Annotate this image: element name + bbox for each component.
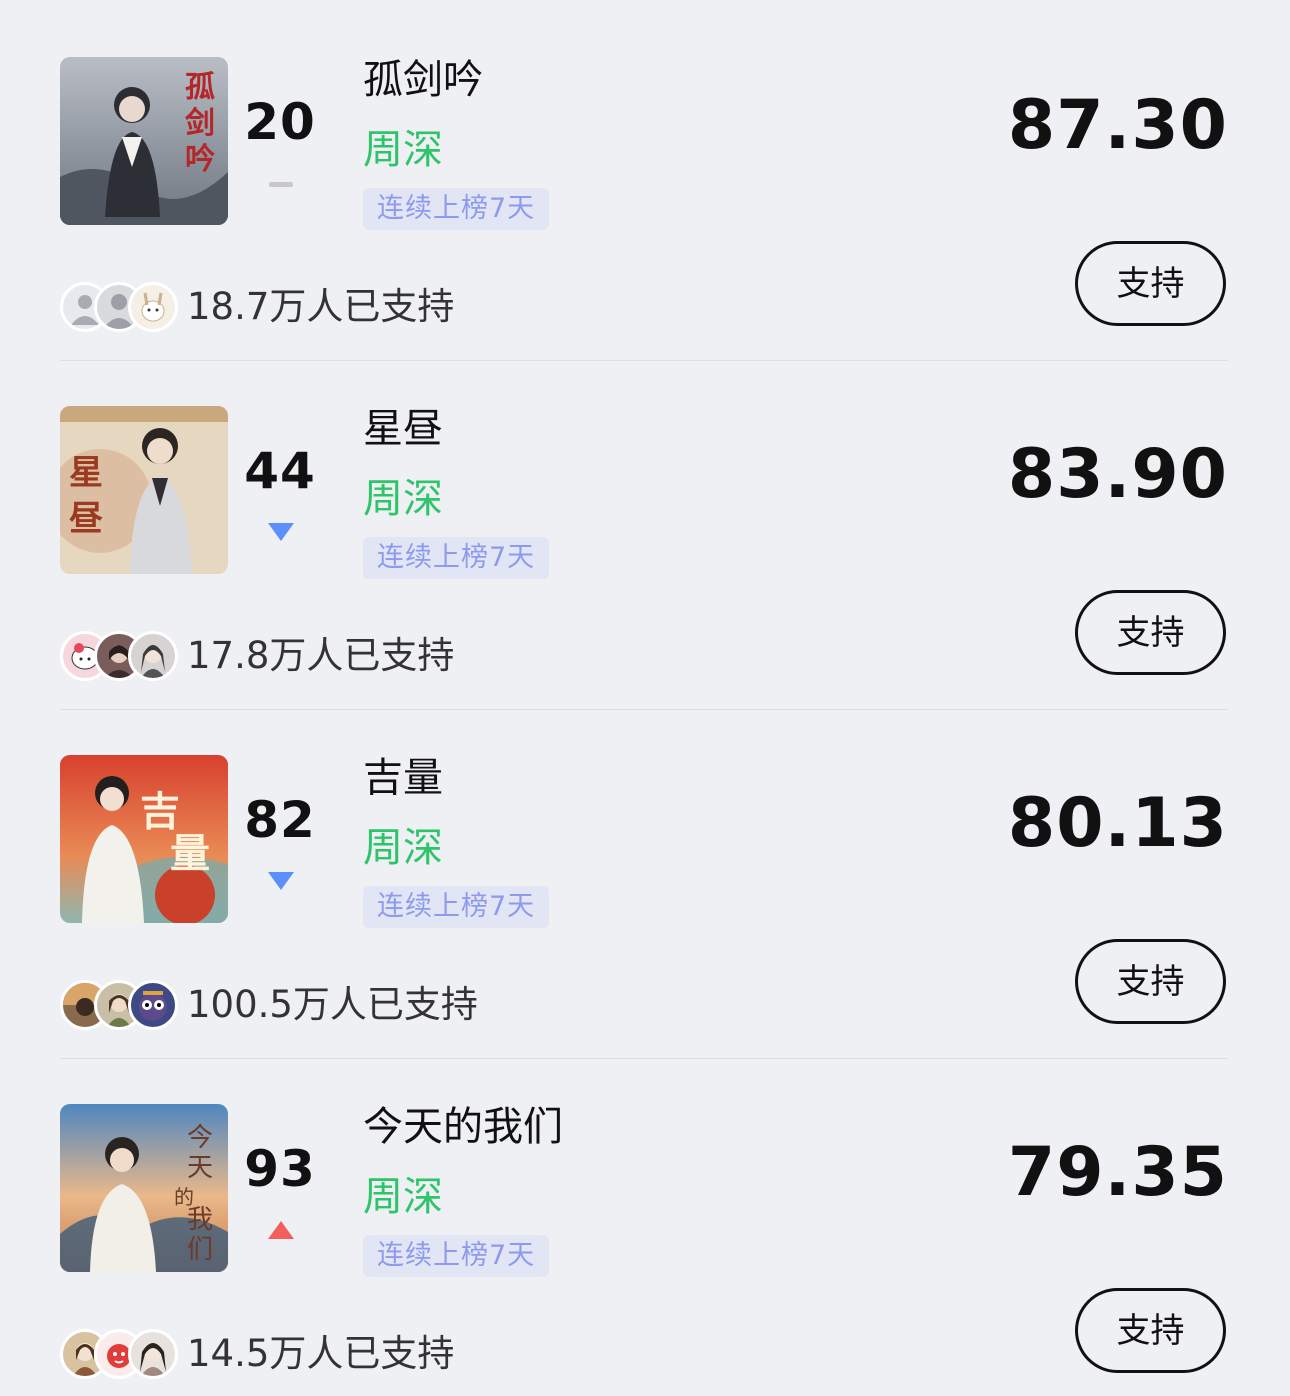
album-cover-image[interactable]: 星 昼 [60,406,228,574]
supporter-count: 100.5万人已支持 [187,983,478,1026]
rank-number: 44 [244,442,316,500]
support-button[interactable]: 支持 [1075,241,1226,326]
svg-text:天: 天 [187,1153,213,1183]
triangle-down-icon [264,517,298,547]
streak-badge: 连续上榜7天 [363,886,550,928]
score-value: 87.30 [1007,86,1228,165]
supporter-count: 18.7万人已支持 [187,285,455,328]
svg-text:孤: 孤 [185,70,215,105]
svg-text:吟: 吟 [185,142,215,177]
dash-icon [264,168,298,198]
chart-item[interactable]: 星 昼 44 星昼 周深 连续上榜7天 83.90 17.8万人已支持 支持 [0,349,1290,710]
score-value: 83.90 [1007,435,1228,514]
svg-text:今: 今 [187,1123,213,1153]
rank-number: 93 [244,1140,316,1198]
supporter-count: 14.5万人已支持 [187,1332,455,1375]
rank-number: 82 [244,791,316,849]
supporter-avatars [60,631,178,681]
svg-text:星: 星 [69,453,103,493]
streak-badge: 连续上榜7天 [363,537,550,579]
triangle-up-icon [264,1215,298,1245]
triangle-down-icon [264,866,298,896]
avatar [128,1329,178,1379]
support-button[interactable]: 支持 [1075,590,1226,675]
svg-text:们: 们 [187,1235,213,1265]
svg-text:昼: 昼 [69,499,103,539]
supporter-avatars [60,282,178,332]
streak-badge: 连续上榜7天 [363,1235,550,1277]
song-title[interactable]: 星昼 [363,401,443,457]
artist-name[interactable]: 周深 [363,122,443,178]
supporter-count: 17.8万人已支持 [187,634,455,677]
svg-text:吉: 吉 [140,788,180,835]
chart-item[interactable]: 今 天 的 我 们 93 今天的我们 周深 连续上榜7天 79.35 14.5万… [0,1047,1290,1396]
streak-badge: 连续上榜7天 [363,188,550,230]
album-cover-image[interactable]: 吉 量 [60,755,228,923]
song-title[interactable]: 吉量 [363,750,443,806]
chart-item[interactable]: 孤 剑 吟 20 孤剑吟 周深 连续上榜7天 87.30 18.7万人已支持 支… [0,0,1290,361]
avatar [128,631,178,681]
album-cover-image[interactable]: 今 天 的 我 们 [60,1104,228,1272]
supporter-avatars [60,980,178,1030]
song-title[interactable]: 孤剑吟 [363,52,483,108]
artist-name[interactable]: 周深 [363,471,443,527]
avatar [128,980,178,1030]
song-title[interactable]: 今天的我们 [363,1099,563,1155]
svg-text:量: 量 [170,830,210,877]
artist-name[interactable]: 周深 [363,1169,443,1225]
rank-number: 20 [244,93,316,151]
chart-item[interactable]: 吉 量 82 吉量 周深 连续上榜7天 80.13 100.5万人已支持 支持 [0,698,1290,1059]
svg-text:我: 我 [187,1205,213,1235]
avatar [128,282,178,332]
support-button[interactable]: 支持 [1075,939,1226,1024]
artist-name[interactable]: 周深 [363,820,443,876]
supporter-avatars [60,1329,178,1379]
score-value: 80.13 [1007,784,1228,863]
album-cover-image[interactable]: 孤 剑 吟 [60,57,228,225]
score-value: 79.35 [1007,1133,1228,1212]
support-button[interactable]: 支持 [1075,1288,1226,1373]
svg-text:剑: 剑 [185,106,215,141]
